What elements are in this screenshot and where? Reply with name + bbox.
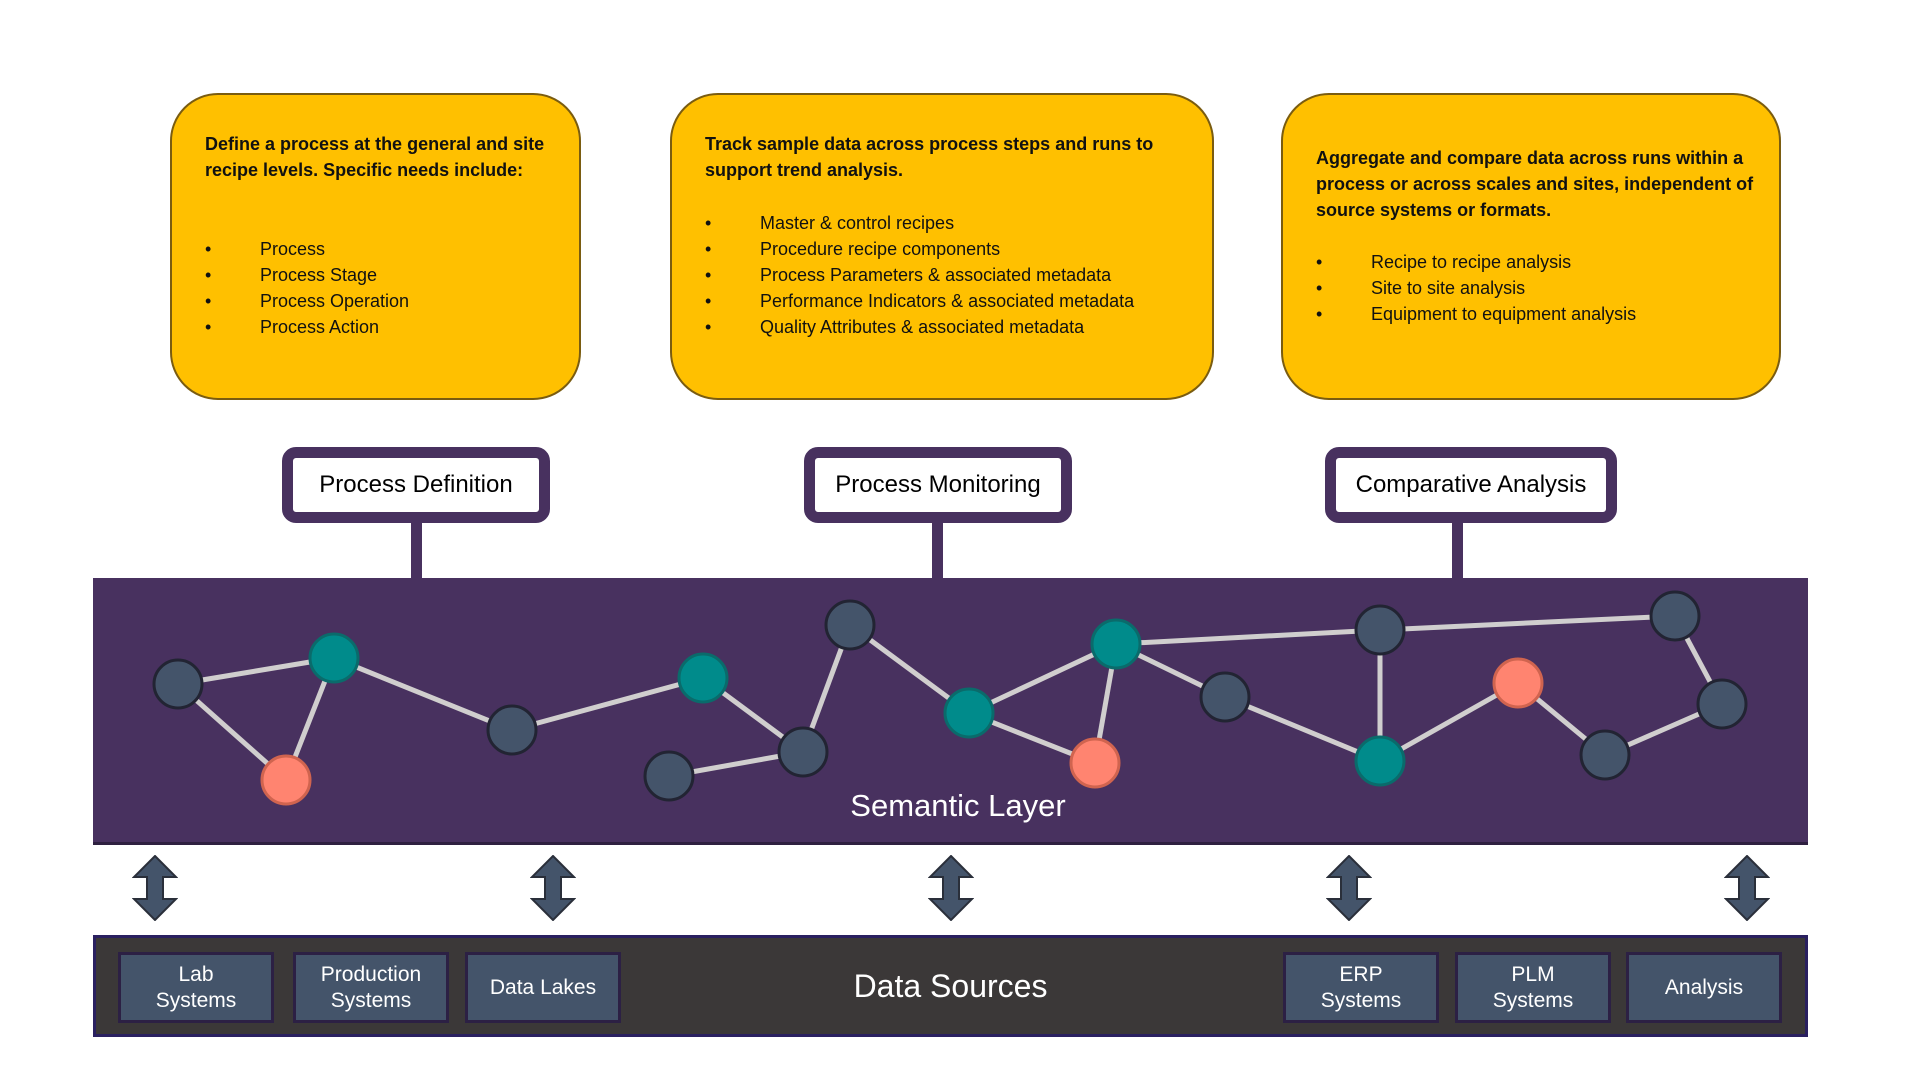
bullet-icon: • bbox=[705, 291, 712, 311]
graph-node-teal bbox=[943, 687, 995, 739]
semantic-layer: Semantic Layer bbox=[93, 578, 1808, 845]
graph-node-coral bbox=[1069, 737, 1121, 789]
graph-node-slate bbox=[824, 599, 876, 651]
connector-line bbox=[411, 522, 422, 580]
bullet-icon: • bbox=[1316, 304, 1323, 324]
graph-node-slate bbox=[1354, 604, 1406, 656]
double-arrow-icon bbox=[132, 855, 178, 921]
double-arrow-icon bbox=[1326, 855, 1372, 921]
label-comparative-analysis: Comparative Analysis bbox=[1325, 447, 1617, 523]
card-list: • Recipe to recipe analysis • Site to site… bbox=[1316, 249, 1636, 327]
label-process-definition: Process Definition bbox=[282, 447, 550, 523]
data-sources-bar: Data Sources Lab Systems Production Syst… bbox=[93, 935, 1808, 1037]
graph-node-slate bbox=[1579, 729, 1631, 781]
list-item: • Equipment to equipment analysis bbox=[1316, 301, 1636, 327]
list-item: • Recipe to recipe analysis bbox=[1316, 249, 1636, 275]
double-arrow-icon bbox=[928, 855, 974, 921]
list-item: • Site to site analysis bbox=[1316, 275, 1636, 301]
graph-node-teal bbox=[308, 632, 360, 684]
graph-node-teal bbox=[1090, 618, 1142, 670]
bullet-icon: • bbox=[205, 317, 212, 337]
list-item: • Quality Attributes & associated metadat… bbox=[705, 314, 1134, 340]
graph-node-slate bbox=[1696, 678, 1748, 730]
card-process-definition: Define a process at the general and site… bbox=[170, 93, 581, 400]
semantic-layer-title: Semantic Layer bbox=[850, 788, 1066, 823]
graph-node-slate bbox=[1199, 671, 1251, 723]
list-item: • Process bbox=[205, 236, 409, 262]
connector-line bbox=[1452, 522, 1463, 580]
bullet-icon: • bbox=[705, 265, 712, 285]
list-item: • Procedure recipe components bbox=[705, 236, 1134, 262]
card-comparative-analysis: Aggregate and compare data across runs w… bbox=[1281, 93, 1781, 400]
graph-node-slate bbox=[1649, 590, 1701, 642]
connector-line bbox=[932, 522, 943, 580]
card-intro: Define a process at the general and site… bbox=[205, 134, 545, 180]
bullet-icon: • bbox=[705, 239, 712, 259]
bullet-icon: • bbox=[205, 265, 212, 285]
card-list: • Master & control recipes • Procedure rec… bbox=[705, 210, 1134, 340]
double-arrow-icon bbox=[1724, 855, 1770, 921]
graph-node-slate bbox=[152, 658, 204, 710]
graph-node-slate bbox=[486, 704, 538, 756]
source-erp-systems: ERP Systems bbox=[1283, 952, 1439, 1023]
bullet-icon: • bbox=[1316, 278, 1323, 298]
graph-node-coral bbox=[1492, 657, 1544, 709]
card-intro: Aggregate and compare data across runs w… bbox=[1316, 148, 1754, 220]
list-item: • Master & control recipes bbox=[705, 210, 1134, 236]
list-item: • Process Parameters & associated metadat… bbox=[705, 262, 1134, 288]
bullet-icon: • bbox=[705, 213, 712, 233]
source-lab-systems: Lab Systems bbox=[118, 952, 274, 1023]
graph-edge bbox=[333, 655, 513, 733]
source-analysis: Analysis bbox=[1626, 952, 1782, 1023]
card-process-monitoring: Track sample data across process steps a… bbox=[670, 93, 1214, 400]
bullet-icon: • bbox=[205, 239, 212, 259]
bullet-icon: • bbox=[1316, 252, 1323, 272]
source-plm-systems: PLM Systems bbox=[1455, 952, 1611, 1023]
card-list: • Process • Process Stage • Process Operati… bbox=[205, 236, 409, 340]
list-item: • Process Operation bbox=[205, 288, 409, 314]
source-data-lakes: Data Lakes bbox=[465, 952, 621, 1023]
card-intro: Track sample data across process steps a… bbox=[705, 134, 1154, 180]
label-process-monitoring: Process Monitoring bbox=[804, 447, 1072, 523]
graph-edge bbox=[511, 675, 704, 733]
graph-node-teal bbox=[677, 652, 729, 704]
list-item: • Process Stage bbox=[205, 262, 409, 288]
source-production-systems: Production Systems bbox=[293, 952, 449, 1023]
bullet-icon: • bbox=[705, 317, 712, 337]
graph-node-teal bbox=[1354, 735, 1406, 787]
double-arrow-icon bbox=[530, 855, 576, 921]
graph-node-slate bbox=[777, 726, 829, 778]
graph-edge bbox=[1115, 627, 1381, 647]
bullet-icon: • bbox=[205, 291, 212, 311]
graph-edge bbox=[1379, 613, 1676, 633]
list-item: • Performance Indicators & associated met… bbox=[705, 288, 1134, 314]
list-item: • Process Action bbox=[205, 314, 409, 340]
